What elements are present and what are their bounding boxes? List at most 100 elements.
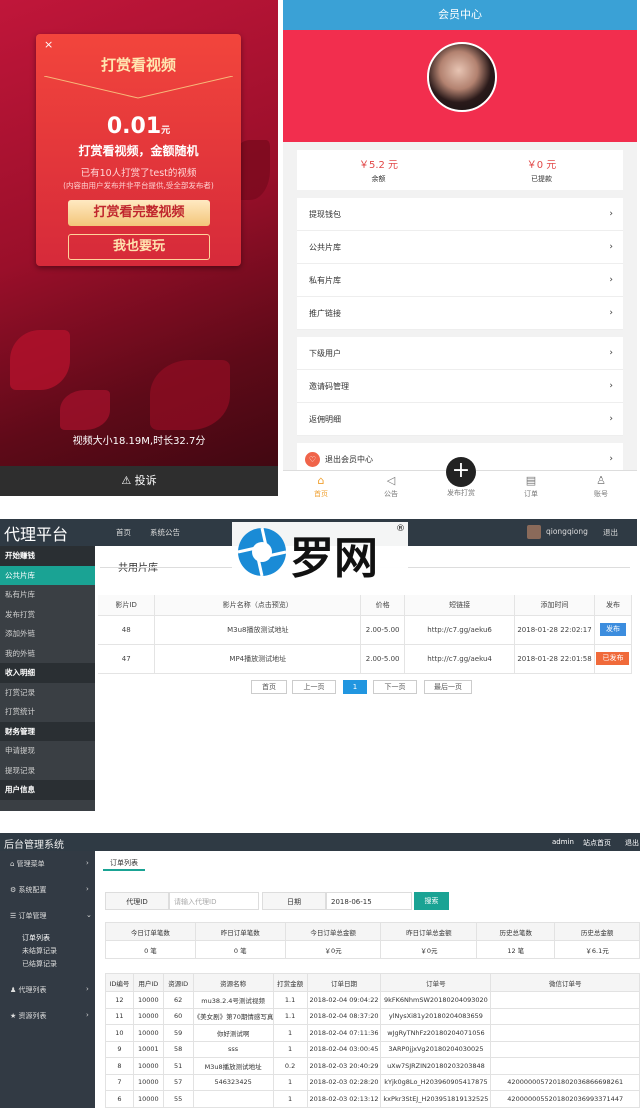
trash-icon: ▤: [525, 474, 537, 487]
menu-item[interactable]: 推广链接 ›: [297, 297, 623, 330]
cell: 你好测试啊: [192, 1024, 274, 1042]
sidebar-item[interactable]: 发布打赏: [0, 605, 95, 625]
tab-account[interactable]: ♙ 账号: [571, 471, 631, 499]
sidebar-item-resources[interactable]: ★ 资源列表: [10, 1011, 47, 1021]
cell: [490, 991, 640, 1009]
site-home-link[interactable]: 站点首页: [583, 838, 611, 848]
reward-watch-button[interactable]: 打赏看完整视频: [68, 200, 210, 226]
stat-value: 0 笔: [105, 940, 196, 959]
menu-item[interactable]: 下级用户 ›: [297, 337, 623, 370]
sidebar-item-unsettled[interactable]: 未结算记录: [22, 946, 57, 956]
sidebar-item[interactable]: 提现记录: [0, 761, 95, 781]
tab-orders[interactable]: ▤ 订单: [501, 471, 561, 499]
video-link[interactable]: MP4播放测试地址: [154, 644, 362, 674]
sidebar-item[interactable]: 私有片库: [0, 585, 95, 605]
cell: 2018-02-04 08:37:20: [306, 1007, 382, 1025]
pager-current[interactable]: 1: [343, 680, 367, 694]
sidebar-item-config[interactable]: ⚙ 系统配置: [10, 885, 47, 895]
tab-home[interactable]: ⌂ 首页: [291, 471, 351, 499]
add-icon[interactable]: +: [446, 457, 476, 487]
nav-notice[interactable]: 系统公告: [150, 527, 180, 538]
video-table: 影片ID 影片名称（点击预览） 价格 短链接 添加时间 发布 48 M3u8播放…: [98, 595, 633, 674]
avatar[interactable]: [527, 525, 541, 539]
table-row: 12 10000 62 mu38.2.4号测试视频 1.1 2018-02-04 09:0…: [105, 991, 640, 1009]
logo-icon: [237, 527, 287, 577]
short-link[interactable]: http://c7.gg/aeku6: [404, 615, 516, 645]
menu-item[interactable]: 公共片库 ›: [297, 231, 623, 264]
member-center-screen: 会员中心 ￥5.2 元 余额 ￥0 元 已提款 提现钱包 › 公共片库 › 私有片库…: [283, 0, 637, 500]
sidebar-item-orders[interactable]: ☰ 订单管理: [10, 911, 47, 921]
bottom-tab-bar: ⌂ 首页 ◁ 公告 + 发布打赏 ▤ 订单 ♙ 账号: [283, 457, 637, 500]
decor-petal: [10, 330, 70, 390]
publish-button[interactable]: 发布: [599, 623, 626, 636]
sidebar-item-menu[interactable]: ⌂ 管理菜单: [10, 859, 45, 869]
sidebar-item-agents[interactable]: ♟ 代理列表: [10, 985, 47, 995]
menu-group-2: 下级用户 › 邀请码管理 › 返佣明细 ›: [297, 337, 623, 436]
chevron-right-icon: ›: [86, 885, 89, 893]
col-header: 价格: [360, 595, 406, 616]
chevron-right-icon: ›: [609, 275, 613, 285]
agent-id-label: 代理ID: [105, 892, 169, 910]
sidebar-item[interactable]: 我的外链: [0, 644, 95, 664]
video-link[interactable]: M3u8播放测试地址: [154, 615, 362, 645]
date-input[interactable]: 2018-06-15: [326, 892, 412, 910]
pager-first[interactable]: 首页: [251, 680, 287, 694]
menu-item[interactable]: 邀请码管理 ›: [297, 370, 623, 403]
stat-value: ￥0元: [284, 940, 382, 959]
balance-panel: ￥5.2 元 余额 ￥0 元 已提款: [297, 150, 623, 190]
agent-id-input[interactable]: 请输入代理ID: [169, 892, 259, 910]
logout-link[interactable]: 退出: [603, 527, 618, 538]
cell: ylNysXi81y20180204083659: [380, 1007, 492, 1025]
tab-order-list[interactable]: 订单列表: [103, 855, 145, 871]
close-icon[interactable]: ×: [44, 38, 53, 51]
pager-last[interactable]: 最后一页: [424, 680, 472, 694]
top-bar: 后台管理系统 admin 站点首页 退出: [0, 833, 640, 851]
sidebar-item[interactable]: 打赏统计: [0, 702, 95, 722]
cell: 10000: [132, 1057, 164, 1075]
search-button[interactable]: 搜索: [414, 892, 449, 910]
decor-petal: [150, 360, 230, 430]
admin-user[interactable]: admin: [552, 838, 574, 846]
sidebar-item-order-list[interactable]: 订单列表: [22, 933, 50, 943]
username[interactable]: qiongqiong: [546, 527, 588, 536]
sidebar-item[interactable]: 添加外链: [0, 624, 95, 644]
menu-item[interactable]: 返佣明细 ›: [297, 403, 623, 436]
pager-next[interactable]: 下一页: [373, 680, 417, 694]
sidebar-item[interactable]: 打赏记录: [0, 683, 95, 703]
sidebar-item-settled[interactable]: 已结算记录: [22, 959, 57, 969]
chevron-right-icon: ›: [609, 308, 613, 318]
cell: 2018-02-03 20:40:29: [306, 1057, 382, 1075]
page-title: 会员中心: [283, 0, 637, 30]
col-header: 影片名称（点击预览）: [154, 595, 362, 616]
stat-header: 昨日订单笔数: [194, 922, 286, 941]
cell: 2.00-5.00: [360, 615, 406, 645]
nav-home[interactable]: 首页: [116, 527, 131, 538]
sidebar-item[interactable]: 申请提现: [0, 741, 95, 761]
col-header: 订单号: [380, 973, 492, 992]
sidebar-item: 开始赚钱: [0, 546, 95, 566]
cell: 《美女剧》第70期情感写真: [192, 1007, 274, 1025]
short-link[interactable]: http://c7.gg/aeku4: [404, 644, 516, 674]
cell: kxPkr3StEJ_H203951819132525: [380, 1090, 492, 1108]
play-too-button[interactable]: 我也要玩: [68, 234, 210, 260]
tab-notice[interactable]: ◁ 公告: [361, 471, 421, 499]
logout-link[interactable]: 退出: [625, 838, 639, 848]
published-button[interactable]: 已发布: [596, 652, 630, 665]
cell: wJgRyTNhFz20180204071056: [380, 1024, 492, 1042]
table-row: 10 10000 59 你好测试啊 1 2018-02-04 07:11:36 wJgRyT…: [105, 1024, 640, 1042]
cell: 2018-01-28 22:01:58: [514, 644, 595, 674]
cell: 1: [272, 1024, 308, 1042]
table-row: 7 10000 57 546323425 1 2018-02-03 02:28:20 kYj…: [105, 1073, 640, 1091]
disclaimer-text: (内容由用户发布并非平台提供,受全部发布者): [63, 181, 214, 190]
cell: 0.2: [272, 1057, 308, 1075]
pager-prev[interactable]: 上一页: [292, 680, 336, 694]
cell: 62: [162, 991, 194, 1009]
tab-publish[interactable]: 发布打赏: [431, 488, 491, 498]
menu-group-1: 提现钱包 › 公共片库 › 私有片库 › 推广链接 ›: [297, 198, 623, 330]
menu-item[interactable]: 提现钱包 ›: [297, 198, 623, 231]
menu-item[interactable]: 私有片库 ›: [297, 264, 623, 297]
withdrawn-value: ￥0 元: [526, 160, 557, 171]
avatar[interactable]: [427, 42, 497, 112]
complain-button[interactable]: ⚠ 投诉: [0, 466, 278, 496]
sidebar-item[interactable]: 公共片库: [0, 565, 95, 585]
